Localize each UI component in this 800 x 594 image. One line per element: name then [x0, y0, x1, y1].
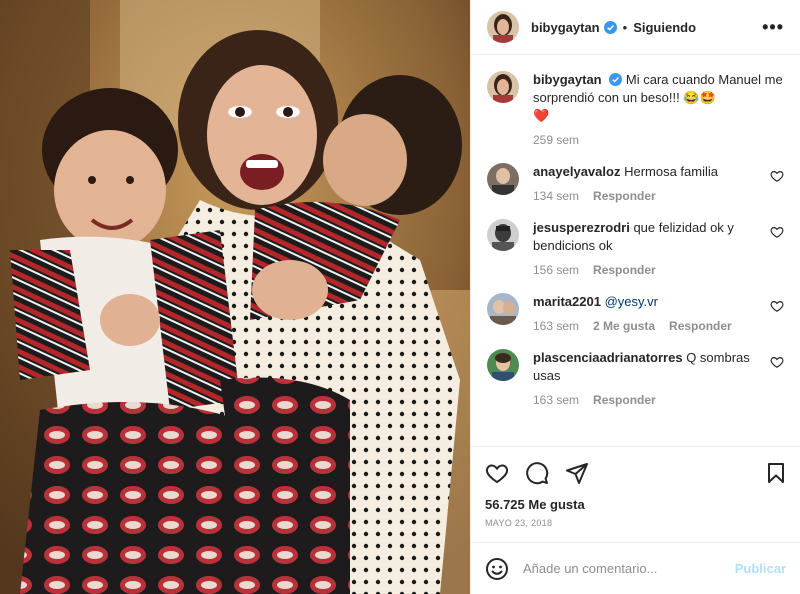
like-comment-heart-icon[interactable] — [770, 225, 784, 239]
commenter-avatar[interactable] — [487, 163, 519, 195]
emoji-icon[interactable] — [485, 557, 509, 581]
add-comment-bar: Publicar — [471, 542, 800, 594]
comment-likes-count[interactable]: 2 Me gusta — [593, 319, 655, 333]
commenter-avatar[interactable] — [487, 293, 519, 325]
separator-dot: • — [622, 19, 628, 35]
author-username[interactable]: bibygaytan — [531, 20, 600, 35]
verified-badge-icon — [609, 73, 623, 86]
comment-time[interactable]: 163 sem — [533, 393, 579, 407]
reply-button[interactable]: Responder — [593, 263, 656, 277]
comments-list[interactable]: bibygaytan Mi cara cuando Manuel me sorp… — [471, 55, 800, 446]
comment-input[interactable] — [523, 561, 735, 576]
author-avatar[interactable] — [487, 11, 519, 43]
comment-time[interactable]: 156 sem — [533, 263, 579, 277]
comment-username[interactable]: anayelyavaloz — [533, 164, 620, 179]
following-button[interactable]: Siguiendo — [633, 20, 696, 35]
comment-time[interactable]: 134 sem — [533, 189, 579, 203]
comment-text: Hermosa familia — [624, 164, 718, 179]
post-actions-section: 56.725 Me gusta MAYO 23, 2018 — [471, 446, 800, 542]
post-photo-illustration — [0, 0, 470, 594]
comment-time[interactable]: 163 sem — [533, 319, 579, 333]
post-header: bibygaytan • Siguiendo ••• — [471, 0, 800, 55]
caption-time[interactable]: 259 sem — [533, 133, 579, 147]
comment-username[interactable]: marita2201 — [533, 294, 601, 309]
publish-comment-button[interactable]: Publicar — [735, 561, 786, 576]
likes-count[interactable]: 56.725 Me gusta — [485, 497, 788, 512]
post-action-bar — [485, 459, 788, 487]
caption-meta: 259 sem — [533, 133, 784, 147]
like-comment-heart-icon[interactable] — [770, 299, 784, 313]
comment-mention-link[interactable]: @yesy.vr — [605, 294, 658, 309]
like-comment-heart-icon[interactable] — [770, 169, 784, 183]
reply-button[interactable]: Responder — [593, 393, 656, 407]
comment-item: marita2201 @yesy.vr 163 sem 2 Me gusta Res… — [487, 293, 784, 333]
author-avatar[interactable] — [487, 71, 519, 103]
post-date[interactable]: MAYO 23, 2018 — [485, 518, 788, 528]
reply-button[interactable]: Responder — [669, 319, 732, 333]
verified-badge-icon — [603, 20, 617, 34]
bookmark-icon[interactable] — [764, 461, 788, 485]
instagram-post-view: bibygaytan • Siguiendo ••• bibygaytan Mi… — [0, 0, 800, 594]
reply-button[interactable]: Responder — [593, 189, 656, 203]
comment-item: jesusperezrodri que felizidad ok y bendi… — [487, 219, 784, 277]
comment-icon[interactable] — [525, 461, 549, 485]
comment-item: anayelyavaloz Hermosa familia 134 sem Res… — [487, 163, 784, 203]
comment-item: plascenciaadrianatorres Q sombras usas 1… — [487, 349, 784, 407]
comment-username[interactable]: jesusperezrodri — [533, 220, 630, 235]
post-side-panel: bibygaytan • Siguiendo ••• bibygaytan Mi… — [470, 0, 800, 594]
commenter-avatar[interactable] — [487, 349, 519, 381]
caption-heart-emoji: ❤️ — [533, 108, 550, 123]
commenter-avatar[interactable] — [487, 219, 519, 251]
share-icon[interactable] — [565, 461, 589, 485]
comment-username[interactable]: plascenciaadrianatorres — [533, 350, 683, 365]
caption: bibygaytan Mi cara cuando Manuel me sorp… — [487, 71, 784, 147]
caption-username[interactable]: bibygaytan — [533, 72, 602, 87]
more-options-icon[interactable]: ••• — [762, 18, 784, 36]
like-comment-heart-icon[interactable] — [770, 355, 784, 369]
heart-icon[interactable] — [485, 461, 509, 485]
post-photo[interactable] — [0, 0, 470, 594]
